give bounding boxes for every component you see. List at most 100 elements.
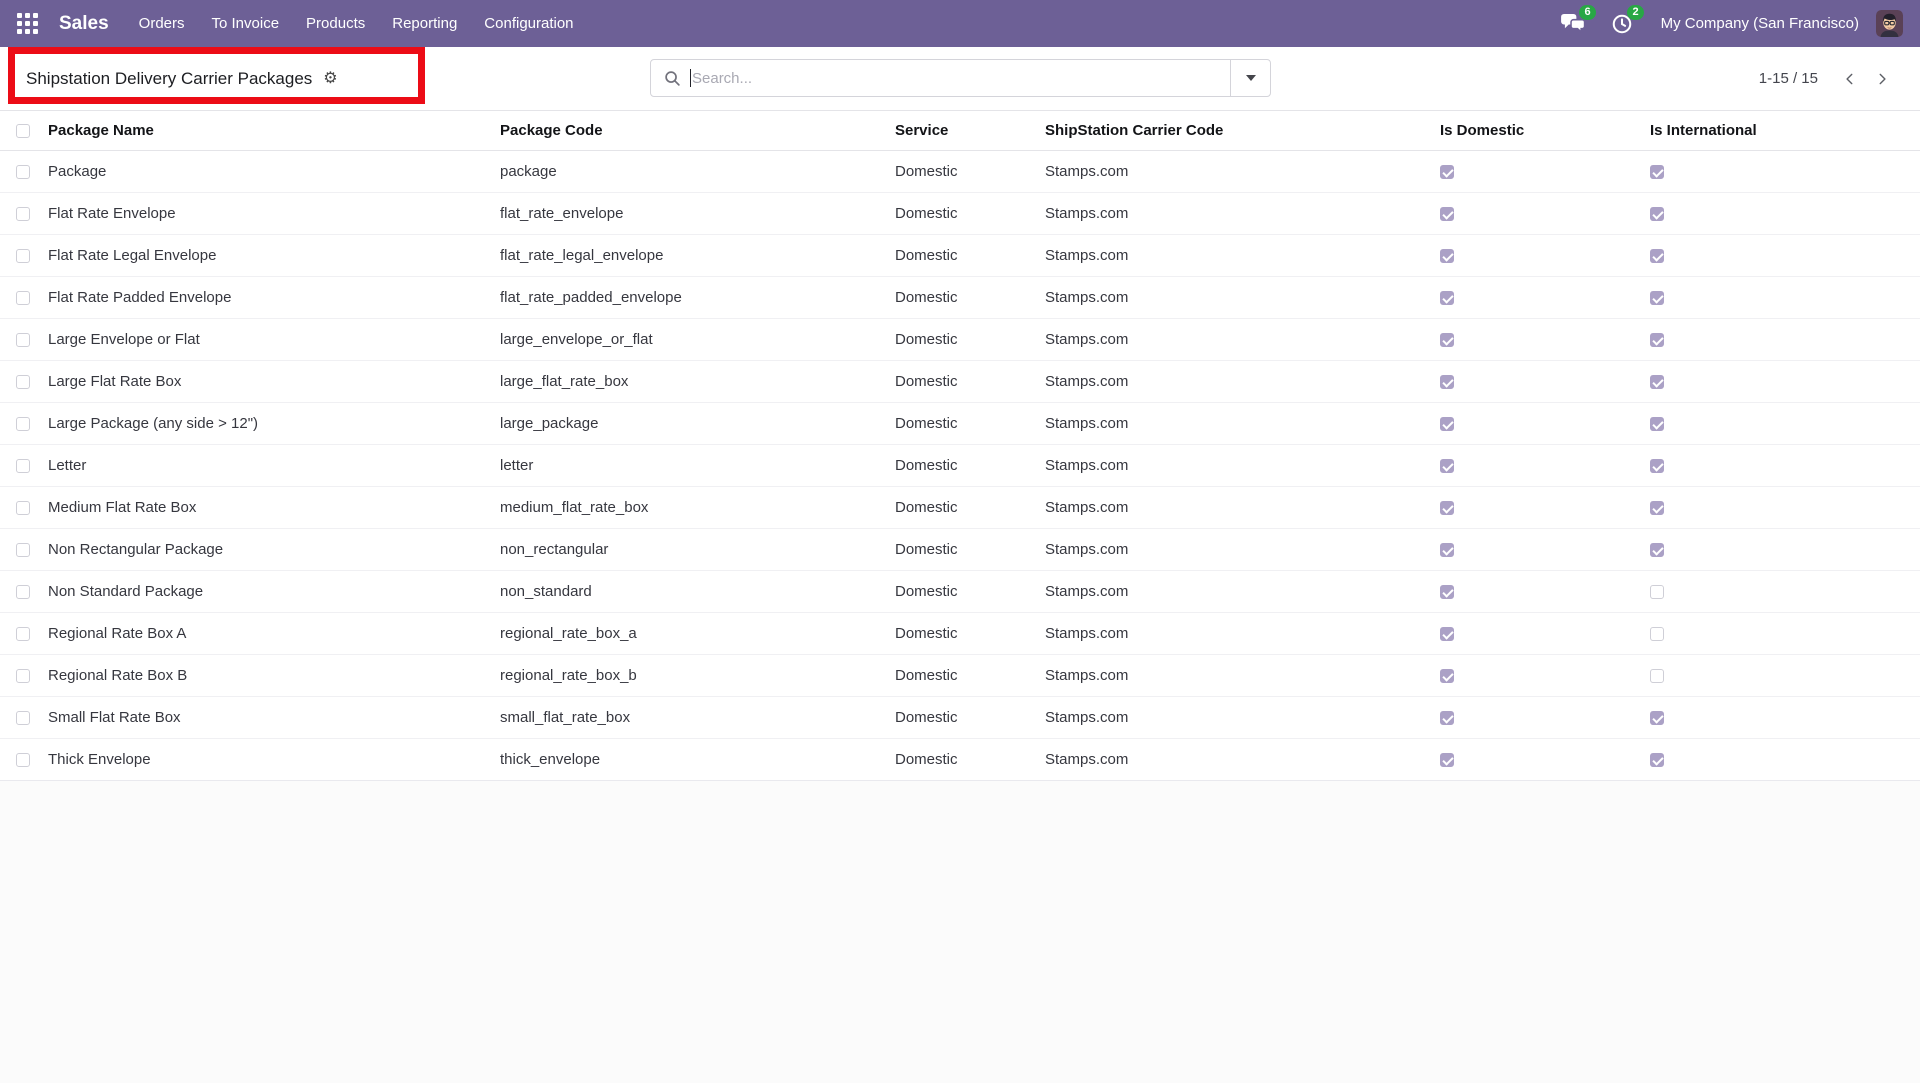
menu-reporting[interactable]: Reporting [392, 15, 457, 32]
cell-carrier-code[interactable]: Stamps.com [1037, 697, 1432, 739]
actions-gear-icon[interactable]: ⚙ [323, 71, 337, 87]
cell-is-domestic[interactable] [1432, 193, 1642, 235]
cell-carrier-code[interactable]: Stamps.com [1037, 361, 1432, 403]
cell-package-name[interactable]: Medium Flat Rate Box [40, 487, 492, 529]
cell-service[interactable]: Domestic [887, 697, 1037, 739]
cell-is-domestic[interactable] [1432, 319, 1642, 361]
row-select-checkbox[interactable] [16, 753, 30, 767]
cell-is-international[interactable] [1642, 193, 1920, 235]
cell-is-domestic[interactable] [1432, 151, 1642, 193]
cell-carrier-code[interactable]: Stamps.com [1037, 235, 1432, 277]
cell-package-code[interactable]: flat_rate_envelope [492, 193, 887, 235]
table-row[interactable]: LetterletterDomesticStamps.com [0, 445, 1920, 487]
cell-package-code[interactable]: flat_rate_padded_envelope [492, 277, 887, 319]
cell-service[interactable]: Domestic [887, 235, 1037, 277]
cell-carrier-code[interactable]: Stamps.com [1037, 193, 1432, 235]
cell-package-name[interactable]: Non Rectangular Package [40, 529, 492, 571]
cell-is-international[interactable] [1642, 613, 1920, 655]
cell-is-international[interactable] [1642, 697, 1920, 739]
cell-package-name[interactable]: Flat Rate Legal Envelope [40, 235, 492, 277]
table-row[interactable]: Flat Rate Padded Envelopeflat_rate_padde… [0, 277, 1920, 319]
table-row[interactable]: Non Standard Packagenon_standardDomestic… [0, 571, 1920, 613]
cell-service[interactable]: Domestic [887, 277, 1037, 319]
cell-carrier-code[interactable]: Stamps.com [1037, 277, 1432, 319]
select-all-checkbox[interactable] [16, 124, 30, 138]
cell-is-international[interactable] [1642, 571, 1920, 613]
search-dropdown-toggle[interactable] [1230, 60, 1270, 96]
cell-is-domestic[interactable] [1432, 739, 1642, 781]
cell-is-domestic[interactable] [1432, 235, 1642, 277]
cell-service[interactable]: Domestic [887, 613, 1037, 655]
messages-button[interactable]: 6 [1557, 8, 1591, 40]
column-package-code[interactable]: Package Code [492, 111, 887, 151]
table-row[interactable]: Large Envelope or Flatlarge_envelope_or_… [0, 319, 1920, 361]
cell-carrier-code[interactable]: Stamps.com [1037, 571, 1432, 613]
row-select-checkbox[interactable] [16, 165, 30, 179]
cell-package-code[interactable]: non_standard [492, 571, 887, 613]
cell-package-code[interactable]: regional_rate_box_a [492, 613, 887, 655]
cell-package-name[interactable]: Flat Rate Padded Envelope [40, 277, 492, 319]
cell-is-domestic[interactable] [1432, 655, 1642, 697]
menu-products[interactable]: Products [306, 15, 365, 32]
search-input[interactable] [692, 60, 1230, 96]
cell-service[interactable]: Domestic [887, 319, 1037, 361]
table-row[interactable]: Regional Rate Box Bregional_rate_box_bDo… [0, 655, 1920, 697]
cell-service[interactable]: Domestic [887, 529, 1037, 571]
cell-package-name[interactable]: Package [40, 151, 492, 193]
table-row[interactable]: Regional Rate Box Aregional_rate_box_aDo… [0, 613, 1920, 655]
pager-previous-button[interactable] [1834, 63, 1866, 95]
row-select-checkbox[interactable] [16, 249, 30, 263]
cell-package-name[interactable]: Non Standard Package [40, 571, 492, 613]
row-select-checkbox[interactable] [16, 669, 30, 683]
cell-is-international[interactable] [1642, 529, 1920, 571]
cell-is-international[interactable] [1642, 487, 1920, 529]
user-avatar[interactable] [1876, 10, 1903, 37]
cell-package-name[interactable]: Letter [40, 445, 492, 487]
menu-configuration[interactable]: Configuration [484, 15, 573, 32]
cell-is-domestic[interactable] [1432, 529, 1642, 571]
cell-service[interactable]: Domestic [887, 361, 1037, 403]
cell-is-international[interactable] [1642, 277, 1920, 319]
row-select-checkbox[interactable] [16, 207, 30, 221]
cell-package-name[interactable]: Large Flat Rate Box [40, 361, 492, 403]
cell-package-name[interactable]: Regional Rate Box B [40, 655, 492, 697]
cell-service[interactable]: Domestic [887, 193, 1037, 235]
cell-package-code[interactable]: flat_rate_legal_envelope [492, 235, 887, 277]
cell-package-code[interactable]: regional_rate_box_b [492, 655, 887, 697]
cell-package-name[interactable]: Small Flat Rate Box [40, 697, 492, 739]
cell-is-domestic[interactable] [1432, 697, 1642, 739]
cell-is-domestic[interactable] [1432, 571, 1642, 613]
cell-service[interactable]: Domestic [887, 151, 1037, 193]
cell-is-international[interactable] [1642, 319, 1920, 361]
cell-carrier-code[interactable]: Stamps.com [1037, 151, 1432, 193]
activities-button[interactable]: 2 [1605, 8, 1639, 40]
cell-is-international[interactable] [1642, 151, 1920, 193]
pager-next-button[interactable] [1866, 63, 1898, 95]
table-row[interactable]: Non Rectangular Packagenon_rectangularDo… [0, 529, 1920, 571]
cell-is-international[interactable] [1642, 235, 1920, 277]
cell-package-code[interactable]: thick_envelope [492, 739, 887, 781]
cell-is-domestic[interactable] [1432, 277, 1642, 319]
menu-to-invoice[interactable]: To Invoice [212, 15, 280, 32]
cell-carrier-code[interactable]: Stamps.com [1037, 613, 1432, 655]
cell-is-domestic[interactable] [1432, 487, 1642, 529]
cell-is-international[interactable] [1642, 739, 1920, 781]
column-service[interactable]: Service [887, 111, 1037, 151]
app-name-sales[interactable]: Sales [59, 13, 109, 35]
column-is-domestic[interactable]: Is Domestic [1432, 111, 1642, 151]
cell-package-name[interactable]: Flat Rate Envelope [40, 193, 492, 235]
cell-service[interactable]: Domestic [887, 487, 1037, 529]
cell-package-code[interactable]: letter [492, 445, 887, 487]
column-carrier-code[interactable]: ShipStation Carrier Code [1037, 111, 1432, 151]
row-select-checkbox[interactable] [16, 711, 30, 725]
table-row[interactable]: Flat Rate Envelopeflat_rate_envelopeDome… [0, 193, 1920, 235]
column-package-name[interactable]: Package Name [40, 111, 492, 151]
row-select-checkbox[interactable] [16, 627, 30, 641]
cell-package-name[interactable]: Thick Envelope [40, 739, 492, 781]
cell-service[interactable]: Domestic [887, 739, 1037, 781]
cell-is-international[interactable] [1642, 403, 1920, 445]
cell-package-code[interactable]: large_flat_rate_box [492, 361, 887, 403]
table-row[interactable]: Large Package (any side > 12")large_pack… [0, 403, 1920, 445]
cell-carrier-code[interactable]: Stamps.com [1037, 487, 1432, 529]
cell-service[interactable]: Domestic [887, 571, 1037, 613]
